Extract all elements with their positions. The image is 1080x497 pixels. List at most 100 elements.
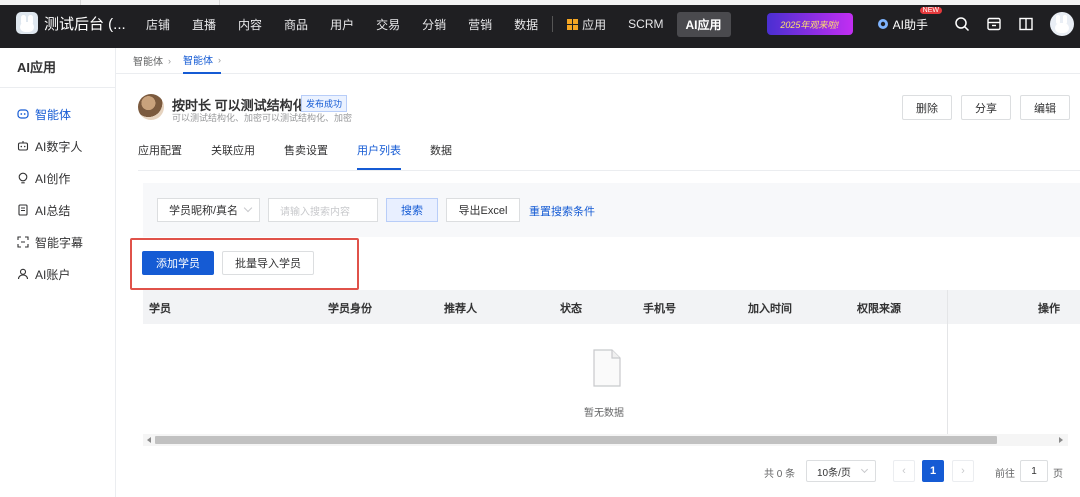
book-icon[interactable]	[1018, 16, 1034, 32]
sidebar-item-subtitles[interactable]: 智能字幕	[0, 226, 115, 258]
scrollbar-thumb[interactable]	[155, 436, 997, 444]
sidebar: AI应用 智能体 AI数字人 AI创作 AI总结 智能字幕 AI账户	[0, 48, 116, 497]
breadcrumb-item-current[interactable]: 智能体 ›	[183, 48, 221, 74]
sidebar-item-agent[interactable]: 智能体	[0, 98, 115, 130]
brand-name: 测试后台 (...	[44, 15, 126, 33]
goto-unit: 页	[1053, 469, 1063, 480]
store-icon[interactable]	[986, 16, 1002, 32]
add-student-button[interactable]: 添加学员	[142, 251, 214, 275]
breadcrumb-label: 智能体	[183, 56, 213, 67]
chevron-right-icon: ›	[961, 465, 965, 477]
brand[interactable]: 测试后台 (...	[16, 12, 126, 34]
detail-tabs: 应用配置 关联应用 售卖设置 用户列表 数据	[138, 140, 481, 170]
scroll-left-icon[interactable]	[147, 437, 151, 443]
tabs-divider	[138, 170, 1080, 171]
promo-banner[interactable]: 2025年观来啦!	[766, 13, 853, 35]
next-page-button[interactable]: ›	[952, 460, 974, 482]
breadcrumb: 智能体 › 智能体 ›	[116, 48, 1080, 74]
nav-item-data[interactable]: 数据	[514, 16, 538, 33]
agent-icon	[17, 109, 29, 119]
nav-item-apps-label: 应用	[582, 17, 607, 32]
page-size-value: 10条/页	[817, 467, 851, 479]
nav-item-store[interactable]: 店铺	[146, 16, 170, 33]
nav-item-marketing[interactable]: 营销	[468, 16, 492, 33]
nav-item-apps[interactable]: 应用	[567, 16, 606, 33]
delete-button[interactable]: 删除	[902, 95, 952, 120]
sidebar-item-creation[interactable]: AI创作	[0, 162, 115, 194]
nav-item-scrm[interactable]: SCRM	[628, 17, 663, 31]
nav-item-trade[interactable]: 交易	[376, 16, 400, 33]
sidebar-item-digital-human[interactable]: AI数字人	[0, 130, 115, 162]
share-button[interactable]: 分享	[961, 95, 1011, 120]
nav-item-ai-apps[interactable]: AI应用	[676, 11, 731, 37]
edit-button[interactable]: 编辑	[1020, 95, 1070, 120]
user-icon	[17, 268, 29, 280]
column-header-referrer: 推荐人	[444, 303, 477, 315]
column-header-actions: 操作	[1038, 303, 1060, 315]
nav-item-users[interactable]: 用户	[330, 16, 354, 33]
sidebar-item-label: AI账户	[35, 267, 71, 282]
nav-item-distribution[interactable]: 分销	[422, 16, 446, 33]
user-avatar[interactable]	[1050, 12, 1074, 36]
robot-icon	[17, 141, 29, 151]
empty-state-text: 暂无数据	[584, 408, 624, 419]
ai-helper-icon	[877, 19, 888, 29]
column-header-identity: 学员身份	[328, 303, 372, 315]
column-header-student: 学员	[149, 303, 171, 315]
fixed-column-divider	[947, 290, 948, 444]
subtitle-icon	[17, 236, 29, 248]
search-icon[interactable]	[954, 16, 970, 32]
reset-filters-link[interactable]: 重置搜索条件	[529, 203, 595, 219]
tab-user-list[interactable]: 用户列表	[357, 140, 401, 170]
search-field-select[interactable]: 学员昵称/真名	[157, 198, 260, 222]
search-input[interactable]: 请输入搜索内容	[268, 198, 378, 222]
search-button[interactable]: 搜索	[386, 198, 438, 222]
nav-item-live[interactable]: 直播	[192, 16, 216, 33]
sidebar-title: AI应用	[0, 48, 115, 88]
ai-helper-label: AI助手	[892, 17, 928, 32]
tab-linked-apps[interactable]: 关联应用	[211, 140, 255, 170]
page-size-select[interactable]: 10条/页	[806, 460, 876, 482]
pagination-total: 共 0 条	[764, 469, 796, 480]
goto-label: 前往	[995, 469, 1015, 480]
ai-helper-button[interactable]: AI助手 NEW	[877, 6, 942, 33]
current-page-button[interactable]: 1	[922, 460, 944, 482]
tab-data[interactable]: 数据	[430, 140, 452, 170]
top-navbar: 测试后台 (... 店铺 直播 内容 商品 用户 交易 分销 营销 数据 应用 …	[0, 0, 1080, 48]
sidebar-item-account[interactable]: AI账户	[0, 258, 115, 290]
sidebar-item-label: 智能体	[35, 107, 72, 122]
chevron-right-icon: ›	[168, 55, 171, 66]
sidebar-item-label: AI总结	[35, 203, 71, 218]
chevron-down-icon	[860, 465, 869, 474]
scroll-right-icon[interactable]	[1059, 437, 1063, 443]
breadcrumb-label: 智能体	[133, 57, 163, 68]
column-header-join-time: 加入时间	[748, 303, 792, 315]
document-icon	[18, 204, 28, 216]
agent-description: 可以测试结构化、加密可以测试结构化、加密	[172, 113, 353, 123]
nav-item-content[interactable]: 内容	[238, 16, 262, 33]
prev-page-button[interactable]: ‹	[893, 460, 915, 482]
chevron-down-icon	[243, 203, 253, 213]
empty-document-icon	[593, 349, 621, 387]
chevron-right-icon: ›	[218, 54, 221, 65]
tab-app-config[interactable]: 应用配置	[138, 140, 182, 170]
bulk-import-button[interactable]: 批量导入学员	[222, 251, 314, 275]
agent-avatar	[138, 94, 164, 120]
status-badge: 发布成功	[301, 95, 348, 112]
sidebar-item-label: 智能字幕	[35, 235, 84, 250]
apps-grid-icon	[567, 18, 579, 30]
table-header	[143, 290, 1080, 324]
nav-divider	[552, 16, 554, 32]
sidebar-item-summary[interactable]: AI总结	[0, 194, 115, 226]
column-header-phone: 手机号	[643, 303, 676, 315]
shop-logo-icon	[16, 12, 38, 34]
sidebar-item-label: AI数字人	[35, 139, 83, 154]
nav-item-goods[interactable]: 商品	[284, 16, 308, 33]
tab-sales-settings[interactable]: 售卖设置	[284, 140, 328, 170]
goto-page-input[interactable]: 1	[1020, 460, 1048, 482]
export-excel-button[interactable]: 导出Excel	[446, 198, 520, 222]
chevron-left-icon: ‹	[902, 465, 906, 477]
sidebar-item-label: AI创作	[35, 171, 71, 186]
bulb-icon	[18, 172, 28, 184]
breadcrumb-item-agent[interactable]: 智能体 ›	[133, 53, 171, 69]
